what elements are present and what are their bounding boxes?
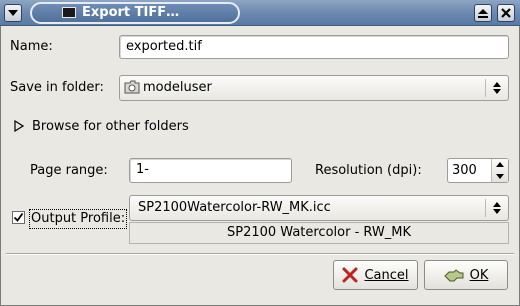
shade-icon <box>478 9 488 18</box>
page-range-label: Page range: <box>30 163 108 178</box>
close-icon <box>501 8 511 18</box>
browse-folders-expander[interactable]: Browse for other folders <box>32 118 189 136</box>
name-field[interactable]: exported.tif <box>119 35 509 59</box>
output-profile-label[interactable]: Output Profile: <box>29 209 128 229</box>
checkmark-icon <box>13 212 24 222</box>
button-separator <box>6 253 514 255</box>
output-profile-checkbox[interactable] <box>12 211 25 224</box>
window-title: Export TIFF… <box>82 5 180 20</box>
combo-separator <box>485 79 486 97</box>
chevron-down-icon <box>8 10 18 16</box>
resolution-spin-buttons[interactable] <box>491 159 508 182</box>
profile-description: SP2100 Watercolor - RW_MK <box>129 222 509 244</box>
output-profile-value: SP2100Watercolor-RW_MK.icc <box>138 200 331 215</box>
close-button[interactable] <box>497 4 515 22</box>
folder-label: Save in folder: <box>10 80 104 95</box>
page-range-field[interactable]: 1- <box>129 158 292 183</box>
window-icon <box>62 7 76 18</box>
ok-button[interactable]: OK <box>424 260 508 290</box>
cancel-icon <box>342 267 358 283</box>
spin-up-icon[interactable] <box>492 159 508 171</box>
spin-down-icon[interactable] <box>492 171 508 183</box>
shade-button[interactable] <box>474 4 492 22</box>
name-label: Name: <box>10 39 53 54</box>
window-menu-button[interactable] <box>4 4 22 22</box>
updown-arrows-icon <box>488 78 506 98</box>
ok-icon <box>443 269 464 282</box>
updown-arrows-icon <box>488 198 506 218</box>
resolution-value: 300 <box>452 163 477 178</box>
cancel-button[interactable]: Cancel <box>333 260 418 290</box>
combo-separator <box>485 199 486 217</box>
cancel-button-label: Cancel <box>364 267 409 283</box>
resolution-label: Resolution (dpi): <box>315 163 422 178</box>
folder-combo-value: modeluser <box>143 80 212 95</box>
expander-arrow-icon[interactable] <box>14 119 25 133</box>
ok-button-label: OK <box>469 267 489 283</box>
folder-icon <box>124 80 140 94</box>
